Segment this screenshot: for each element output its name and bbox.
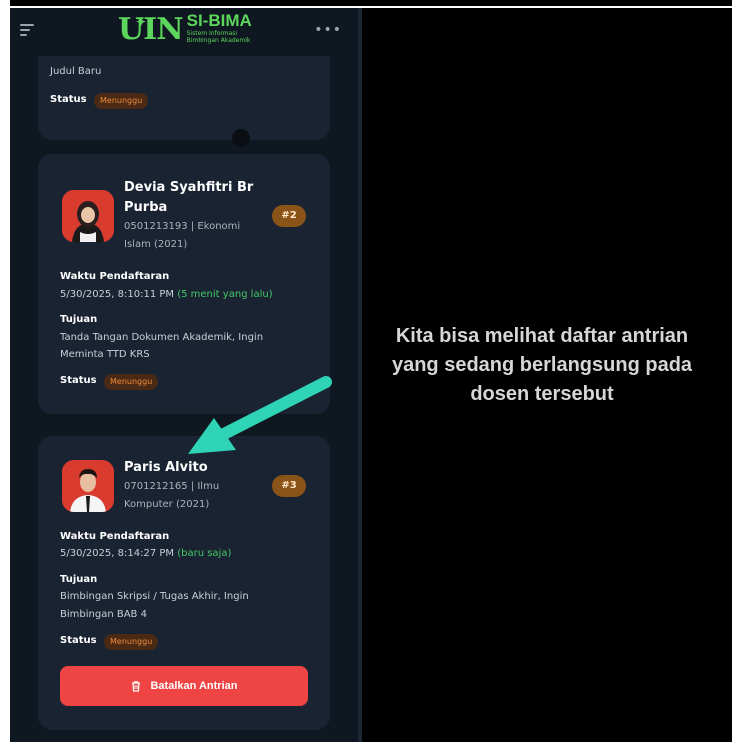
waktu-value: 5/30/2025, 8:14:27 PM (baru saja) [60,548,232,559]
student-name: Devia Syahfitri Br [124,180,254,195]
logo-title: SI-BIMA [186,11,252,30]
hamburger-icon[interactable] [20,24,34,38]
status-badge: Menunggu [104,374,159,390]
arrow-pointer-icon [188,376,332,454]
cancel-queue-button[interactable]: Batalkan Antrian [60,666,308,706]
top-border [0,0,732,6]
queue-position-badge: #3 [272,475,306,497]
left-border [0,0,10,742]
tujuan-value: Bimbingan BAB 4 [60,609,147,620]
app-logo: UIN SI-BIMA Sistem Informasi Bimbingan A… [118,8,252,48]
waktu-relative: (5 menit yang lalu) [177,289,273,300]
cancel-queue-label: Batalkan Antrian [150,680,238,692]
status-badge: Menunggu [104,634,159,650]
scroll-indicator-dot [232,129,250,147]
waktu-value: 5/30/2025, 8:10:11 PM (5 menit yang lalu… [60,289,273,300]
status-label: Status [50,94,87,105]
logo-subtitle: Sistem Informasi [186,30,238,37]
status-badge: Menunggu [94,93,149,109]
logo-subtitle: Bimbingan Akademik [186,37,251,44]
tujuan-value: Tanda Tangan Dokumen Akademik, Ingin [60,332,264,343]
caption-line: dosen tersebut [470,383,614,405]
card-title-tail: Judul Baru [50,66,102,77]
student-program: Komputer (2021) [124,499,210,510]
avatar [62,460,114,512]
waktu-label: Waktu Pendaftaran [60,531,170,542]
student-name: Purba [124,200,168,215]
app-header: UIN SI-BIMA Sistem Informasi Bimbingan A… [10,8,362,58]
logo-mark: UIN [118,8,184,48]
avatar [62,190,114,242]
caption-line: yang sedang berlangsung pada [391,354,693,376]
waktu-relative: (baru saja) [177,548,232,559]
tujuan-value: Bimbingan Skripsi / Tugas Akhir, Ingin [60,591,249,602]
caption-overlay: Kita bisa melihat daftar antrian yang se… [352,322,732,409]
caption-line: Kita bisa melihat daftar antrian [395,325,689,347]
tujuan-value: Meminta TTD KRS [60,349,150,360]
trash-icon [132,681,141,692]
more-horizontal-icon[interactable]: ••• [314,22,342,38]
student-program: Islam (2021) [124,239,188,250]
student-nim: 0701212165 | Ilmu [124,481,220,492]
queue-position-badge: #2 [272,205,306,227]
student-nim: 0501213193 | Ekonomi [124,221,241,232]
tujuan-label: Tujuan [60,574,98,585]
tujuan-label: Tujuan [60,314,98,325]
status-label: Status [60,635,97,646]
status-label: Status [60,375,97,386]
waktu-label: Waktu Pendaftaran [60,271,170,282]
